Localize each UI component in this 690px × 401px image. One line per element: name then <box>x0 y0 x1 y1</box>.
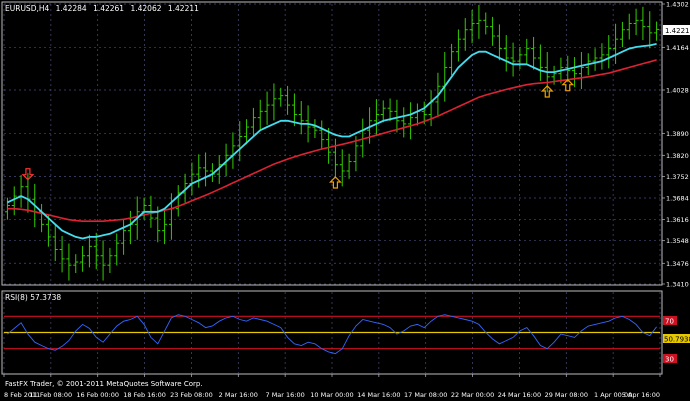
current-price-label: 1.42211 <box>665 27 690 35</box>
rsi-label: RSI(8) 57.3738 <box>5 293 61 302</box>
chart-background <box>0 0 690 401</box>
price-tick-label: 1.3410 <box>666 281 689 289</box>
close-price: 1.42211 <box>168 4 199 13</box>
trading-chart[interactable]: 1.4302 1.4164 1.4028 1.3890 1.3820 1.3752 1.36… <box>0 0 690 401</box>
price-tick-label: 1.4302 <box>666 1 689 9</box>
price-tick-label: 1.3820 <box>666 152 689 160</box>
price-tick-label: 1.4028 <box>666 87 689 95</box>
time-tick-label: 16 Feb 00:00 <box>76 391 119 399</box>
time-tick-label: 23 Feb 08:00 <box>170 391 213 399</box>
symbol-info: EURUSD,H4 1.42284 1.42261 1.42062 1.4221… <box>5 4 199 13</box>
price-tick-label: 1.3890 <box>666 130 689 138</box>
high-price: 1.42261 <box>93 4 124 13</box>
open-price: 1.42284 <box>56 4 87 13</box>
low-price: 1.42062 <box>130 4 161 13</box>
time-tick-label: 5 Apr 16:00 <box>622 391 660 399</box>
time-tick-label: 14 Mar 16:00 <box>357 391 400 399</box>
copyright-text: FastFX Trader, © 2001-2011 MetaQuotes So… <box>5 380 203 388</box>
time-tick-label: 7 Mar 16:00 <box>266 391 305 399</box>
rsi-level-low-label: 30 <box>665 356 674 364</box>
time-tick-label: 11 Feb 08:00 <box>30 391 73 399</box>
price-tick-label: 1.3548 <box>666 237 689 245</box>
rsi-current-label: 50.7938 <box>664 336 690 344</box>
time-tick-label: 10 Mar 00:00 <box>310 391 353 399</box>
price-tick-label: 1.3476 <box>666 260 689 268</box>
time-tick-label: 29 Mar 08:00 <box>545 391 588 399</box>
rsi-level-high-label: 70 <box>665 318 674 326</box>
price-tick-label: 1.3684 <box>666 194 689 202</box>
time-tick-label: 24 Mar 16:00 <box>498 391 541 399</box>
price-tick-label: 1.3616 <box>666 216 689 224</box>
time-tick-label: 18 Feb 16:00 <box>123 391 166 399</box>
time-tick-label: 2 Mar 16:00 <box>219 391 258 399</box>
price-tick-label: 1.3752 <box>666 173 689 181</box>
time-tick-label: 17 Mar 08:00 <box>404 391 447 399</box>
time-tick-label: 22 Mar 00:00 <box>451 391 494 399</box>
price-tick-label: 1.4164 <box>666 44 689 52</box>
symbol-name: EURUSD,H4 <box>5 4 49 13</box>
